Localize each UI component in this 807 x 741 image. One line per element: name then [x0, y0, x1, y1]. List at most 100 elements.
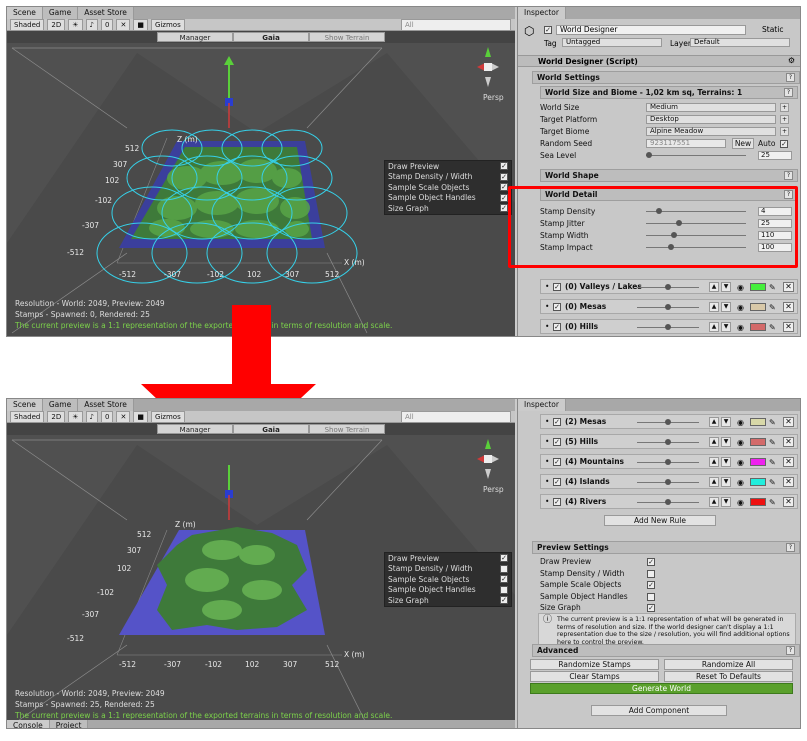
- color-picker-icon[interactable]: ✎: [769, 456, 776, 469]
- tab-project[interactable]: Project: [49, 720, 89, 728]
- randomize-stamps-button[interactable]: Randomize Stamps: [530, 659, 659, 670]
- color-picker-icon[interactable]: ✎: [769, 476, 776, 489]
- rule-checkbox[interactable]: ✓: [553, 458, 561, 466]
- rule-color-swatch[interactable]: [750, 478, 766, 486]
- eye-icon[interactable]: ◉: [737, 436, 744, 449]
- rule-row[interactable]: • ✓ (2) Mesas ▲ ▼ ◉ ✎ ✕: [540, 414, 798, 429]
- preview-option-row: Draw Preview ✓: [540, 556, 795, 567]
- preview-option-checkbox[interactable]: ✓: [647, 604, 655, 612]
- rule-row[interactable]: • ✓ (4) Rivers ▲ ▼ ◉ ✎ ✕: [540, 494, 798, 509]
- move-up-icon[interactable]: ▲: [709, 437, 719, 447]
- randomize-all-button[interactable]: Randomize All: [664, 659, 793, 670]
- add-component-button[interactable]: Add Component: [591, 705, 727, 716]
- tab-console[interactable]: Console: [7, 720, 50, 728]
- help-icon[interactable]: ?: [786, 543, 795, 552]
- preview-settings-header[interactable]: Preview Settings?: [532, 541, 800, 554]
- eye-icon[interactable]: ◉: [737, 476, 744, 489]
- rule-color-swatch[interactable]: [750, 438, 766, 446]
- rule-row[interactable]: • ✓ (5) Hills ▲ ▼ ◉ ✎ ✕: [540, 434, 798, 449]
- color-picker-icon[interactable]: ✎: [769, 496, 776, 509]
- remove-rule-icon[interactable]: ✕: [783, 437, 794, 447]
- move-up-icon[interactable]: ▲: [709, 477, 719, 487]
- rule-checkbox[interactable]: ✓: [553, 478, 561, 486]
- preview-option-label: Size Graph: [540, 603, 581, 612]
- add-rule-button[interactable]: Add New Rule: [604, 515, 716, 526]
- help-icon[interactable]: ?: [786, 646, 795, 655]
- overlay-option[interactable]: Stamp Density / Width: [385, 564, 511, 575]
- drag-handle-icon[interactable]: •: [545, 455, 549, 468]
- scene-search-input[interactable]: All: [401, 410, 511, 423]
- tab-inspector[interactable]: Inspector: [518, 399, 566, 411]
- move-down-icon[interactable]: ▼: [721, 417, 731, 427]
- rule-row[interactable]: • ✓ (4) Mountains ▲ ▼ ◉ ✎ ✕: [540, 454, 798, 469]
- preview-option-checkbox[interactable]: [647, 569, 655, 578]
- rule-checkbox[interactable]: ✓: [553, 498, 561, 506]
- rule-checkbox[interactable]: ✓: [553, 438, 561, 446]
- remove-rule-icon[interactable]: ✕: [783, 417, 794, 427]
- rule-slider[interactable]: [637, 479, 699, 485]
- rule-color-swatch[interactable]: [750, 458, 766, 466]
- rule-color-swatch[interactable]: [750, 418, 766, 426]
- move-down-icon[interactable]: ▼: [721, 437, 731, 447]
- remove-rule-icon[interactable]: ✕: [783, 477, 794, 487]
- persp-label[interactable]: Persp: [483, 485, 504, 494]
- preview-option-checkbox[interactable]: [647, 592, 655, 601]
- rule-color-swatch[interactable]: [750, 498, 766, 506]
- rule-slider[interactable]: [637, 439, 699, 445]
- tab-game[interactable]: Game: [42, 399, 79, 411]
- overlay-option[interactable]: Sample Object Handles: [385, 585, 511, 596]
- overlay-checkbox[interactable]: ✓: [500, 554, 508, 563]
- move-down-icon[interactable]: ▼: [721, 497, 731, 507]
- move-down-icon[interactable]: ▼: [721, 457, 731, 467]
- rule-slider[interactable]: [637, 419, 699, 425]
- generate-world-button[interactable]: Generate World: [530, 683, 793, 694]
- fx-count[interactable]: 0: [100, 410, 114, 423]
- tab-scene[interactable]: Scene: [7, 399, 43, 411]
- overlay-option[interactable]: Size Graph ✓: [385, 595, 511, 606]
- eye-icon[interactable]: ◉: [737, 456, 744, 469]
- rule-row[interactable]: • ✓ (4) Islands ▲ ▼ ◉ ✎ ✕: [540, 474, 798, 489]
- advanced-header[interactable]: Advanced?: [532, 644, 800, 657]
- remove-rule-icon[interactable]: ✕: [783, 497, 794, 507]
- reset-defaults-button[interactable]: Reset To Defaults: [664, 671, 793, 682]
- gizmos-dropdown[interactable]: Gizmos: [150, 410, 185, 423]
- color-picker-icon[interactable]: ✎: [769, 436, 776, 449]
- overlay-checkbox[interactable]: ✓: [500, 575, 508, 584]
- shading-dropdown[interactable]: Shaded: [10, 410, 45, 423]
- drag-handle-icon[interactable]: •: [545, 475, 549, 488]
- clear-stamps-button[interactable]: Clear Stamps: [530, 671, 659, 682]
- show-terrain-button[interactable]: Show Terrain: [309, 424, 385, 434]
- color-picker-icon[interactable]: ✎: [769, 416, 776, 429]
- overlay-checkbox[interactable]: ✓: [500, 596, 508, 605]
- rule-checkbox[interactable]: ✓: [553, 418, 561, 426]
- rule-slider[interactable]: [637, 499, 699, 505]
- move-up-icon[interactable]: ▲: [709, 497, 719, 507]
- resolution-stat: Resolution - World: 2049, Preview: 2049: [15, 689, 165, 698]
- preview-option-checkbox[interactable]: ✓: [647, 558, 655, 566]
- move-up-icon[interactable]: ▲: [709, 457, 719, 467]
- camera-icon[interactable]: ■: [133, 410, 148, 423]
- 2d-toggle[interactable]: 2D: [47, 410, 66, 423]
- x-tick: 512: [325, 660, 340, 669]
- preview-option-checkbox[interactable]: ✓: [647, 581, 655, 589]
- drag-handle-icon[interactable]: •: [545, 435, 549, 448]
- overlay-checkbox[interactable]: [500, 564, 508, 573]
- rule-slider[interactable]: [637, 459, 699, 465]
- move-up-icon[interactable]: ▲: [709, 417, 719, 427]
- overlay-checkbox[interactable]: [500, 585, 508, 594]
- overlay-option[interactable]: Sample Scale Objects ✓: [385, 574, 511, 585]
- audio-icon[interactable]: ♪: [85, 410, 98, 423]
- overlay-option-label: Stamp Density / Width: [388, 564, 473, 574]
- info-icon: ⓘ: [543, 615, 553, 625]
- eye-icon[interactable]: ◉: [737, 496, 744, 509]
- drag-handle-icon[interactable]: •: [545, 495, 549, 508]
- eye-icon[interactable]: ◉: [737, 416, 744, 429]
- overlay-option[interactable]: Draw Preview ✓: [385, 553, 511, 564]
- move-down-icon[interactable]: ▼: [721, 477, 731, 487]
- manager-button[interactable]: Manager: [157, 424, 233, 434]
- tools-icon[interactable]: ✕: [116, 410, 131, 423]
- tab-asset-store[interactable]: Asset Store: [78, 399, 134, 411]
- drag-handle-icon[interactable]: •: [545, 415, 549, 428]
- light-icon[interactable]: ☀: [68, 410, 83, 423]
- remove-rule-icon[interactable]: ✕: [783, 457, 794, 467]
